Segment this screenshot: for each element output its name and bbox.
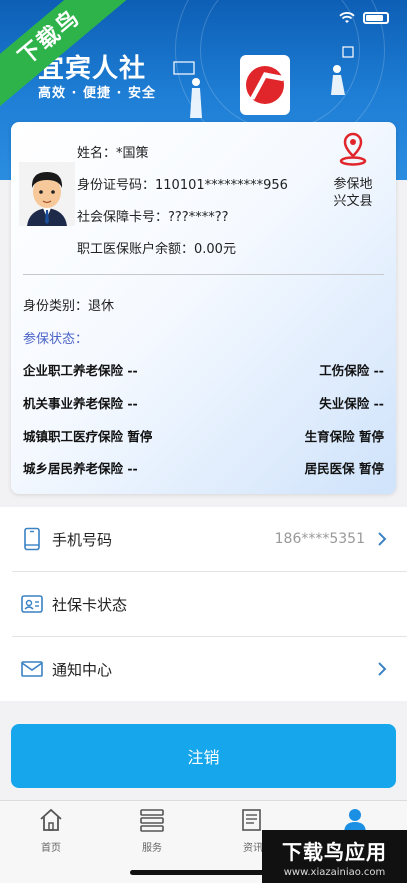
location-pin-icon	[339, 132, 367, 166]
app-logo	[240, 55, 290, 115]
logo-mark-icon	[246, 66, 284, 104]
social-card-number-line: 社会保障卡号：???****??	[77, 210, 229, 225]
phone-number-value: 186****5351	[274, 531, 365, 547]
id-number-line: 身份证号码：110101*********956	[77, 178, 288, 193]
insurance-right: 工伤保险 --	[319, 363, 384, 378]
avatar	[19, 162, 75, 226]
status-bar	[339, 12, 389, 24]
stack-icon	[140, 809, 164, 832]
tab-services-label: 服务	[142, 843, 162, 854]
insurance-row: 城镇职工医疗保险 暂停 生育保险 暂停	[23, 426, 384, 445]
envelope-icon	[21, 661, 43, 677]
notification-center-item[interactable]: 通知中心	[0, 637, 407, 701]
insurance-right: 生育保险 暂停	[304, 429, 384, 444]
mobile-phone-icon	[24, 527, 40, 551]
insurance-right: 居民医保 暂停	[304, 461, 384, 476]
watermark-url: www.xiazainiao.com	[283, 867, 386, 878]
name-line: 姓名：*国策	[77, 146, 149, 161]
insurance-row: 企业职工养老保险 -- 工伤保险 --	[23, 360, 384, 379]
tab-home-label: 首页	[41, 843, 61, 854]
tab-home[interactable]: 首页	[11, 807, 91, 854]
insured-location: 参保地 兴文县	[326, 132, 380, 210]
watermark-badge: 下载鸟应用 www.xiazainiao.com	[262, 830, 407, 883]
notification-center-label: 通知中心	[52, 660, 113, 679]
phone-number-label: 手机号码	[52, 530, 113, 549]
wifi-icon	[339, 12, 355, 23]
insurance-row: 机关事业养老保险 -- 失业保险 --	[23, 393, 384, 412]
card-divider	[23, 274, 384, 275]
banner-slogan: 高效 · 便捷 · 安全	[38, 86, 156, 101]
medical-balance-line: 职工医保账户余额：0.00元	[77, 242, 236, 257]
watermark-main-text: 下载鸟应用	[282, 840, 387, 864]
home-icon	[40, 808, 62, 831]
insurance-row: 城乡居民养老保险 -- 居民医保 暂停	[23, 458, 384, 477]
settings-list: 手机号码 186****5351 社保卡状态 通知中心	[0, 507, 407, 701]
chevron-right-icon	[378, 662, 387, 676]
person-illustration-icon	[173, 61, 202, 118]
chevron-right-icon	[378, 532, 387, 546]
card-status-label: 社保卡状态	[52, 595, 128, 614]
insurance-right: 失业保险 --	[319, 396, 384, 411]
card-status-item[interactable]: 社保卡状态	[0, 572, 407, 636]
person-phone-illustration-icon	[331, 46, 354, 95]
logout-button[interactable]: 注销	[11, 724, 396, 788]
location-label: 参保地	[333, 177, 373, 192]
insurance-left: 企业职工养老保险 --	[23, 363, 138, 378]
insurance-left: 城镇职工医疗保险 暂停	[23, 429, 153, 444]
location-value: 兴文县	[333, 194, 373, 209]
identity-type-line: 身份类别：退休	[23, 299, 115, 314]
social-security-card: 姓名：*国策 身份证号码：110101*********956 社会保障卡号：?…	[11, 122, 396, 494]
id-card-icon	[21, 595, 43, 613]
tab-services[interactable]: 服务	[112, 807, 192, 854]
insurance-left: 城乡居民养老保险 --	[23, 461, 138, 476]
phone-number-item[interactable]: 手机号码 186****5351	[0, 507, 407, 571]
insurance-left: 机关事业养老保险 --	[23, 396, 138, 411]
battery-icon	[363, 12, 389, 24]
home-indicator[interactable]	[130, 870, 277, 875]
insurance-status-title: 参保状态：	[23, 332, 89, 347]
